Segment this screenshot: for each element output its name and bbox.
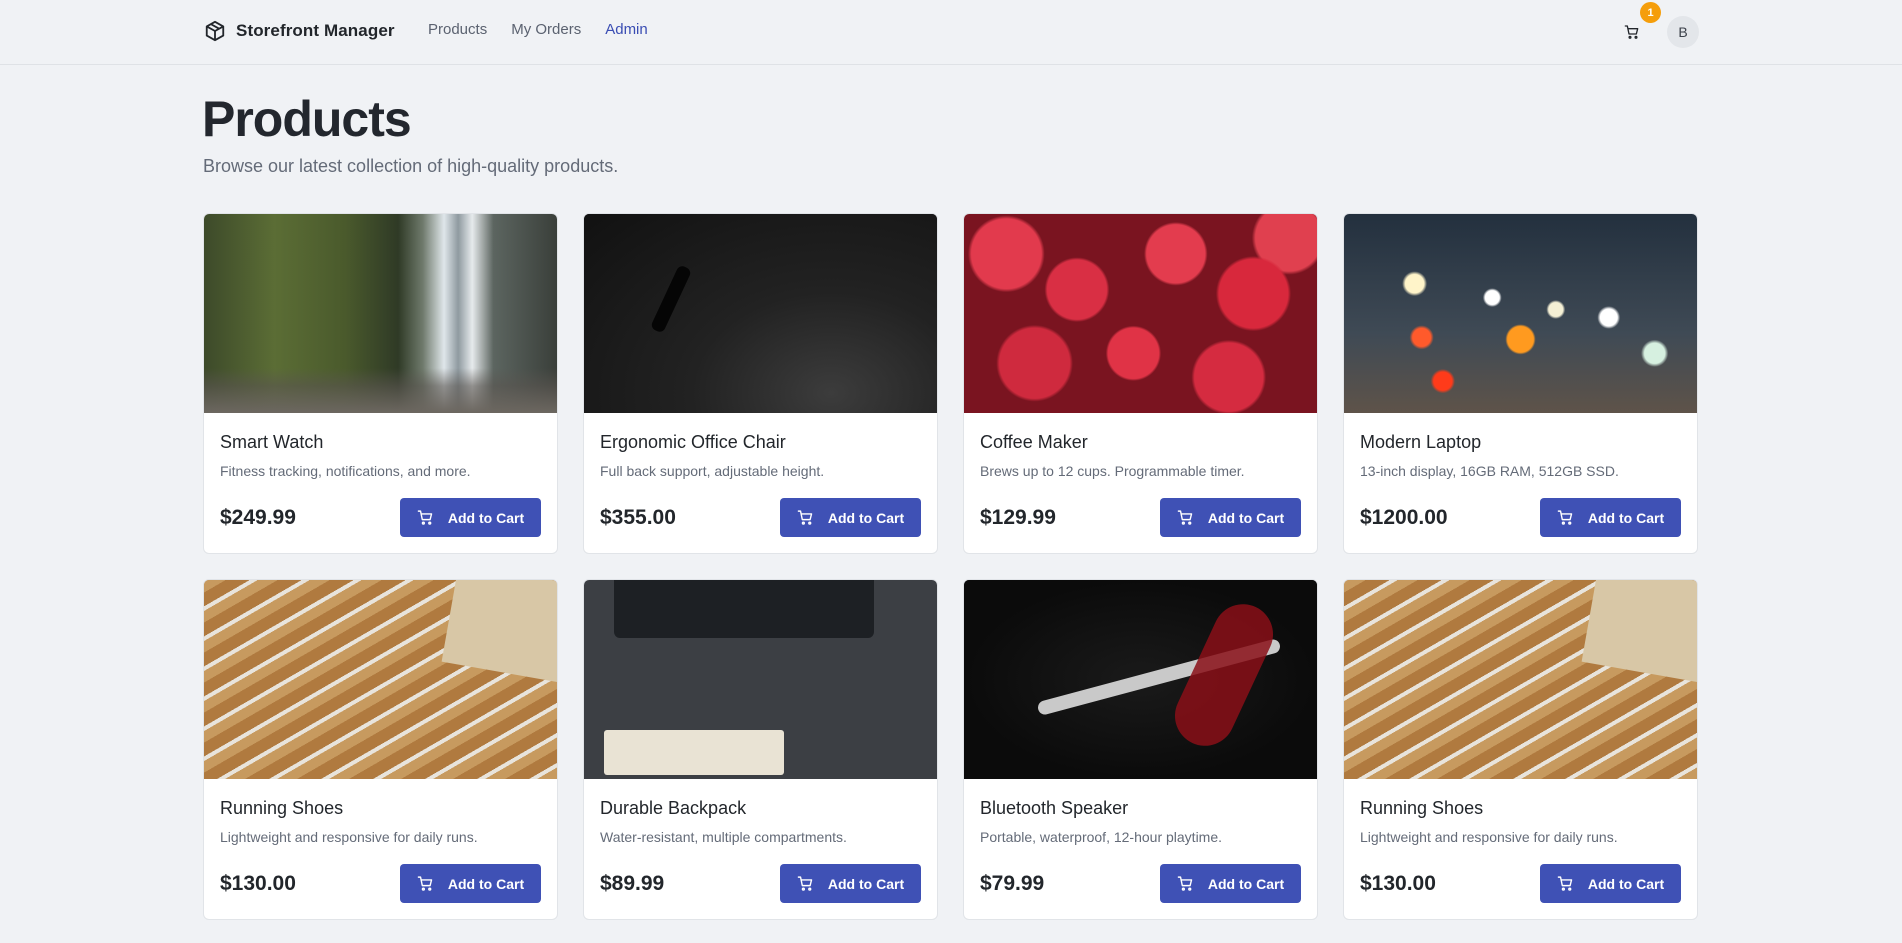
add-to-cart-label: Add to Cart xyxy=(447,875,525,892)
product-image[interactable] xyxy=(584,214,937,413)
product-image[interactable] xyxy=(964,214,1317,413)
add-to-cart-label: Add to Cart xyxy=(1587,875,1665,892)
cart-icon xyxy=(1177,510,1193,525)
product-card: Coffee Maker Brews up to 12 cups. Progra… xyxy=(963,213,1318,554)
product-price: $89.99 xyxy=(600,872,665,895)
cart-icon xyxy=(1557,510,1573,525)
cart-icon xyxy=(417,876,433,891)
product-card: Smart Watch Fitness tracking, notificati… xyxy=(203,213,558,554)
product-price: $129.99 xyxy=(980,506,1056,529)
product-grid: Smart Watch Fitness tracking, notificati… xyxy=(203,213,1700,920)
add-to-cart-label: Add to Cart xyxy=(447,509,525,526)
add-to-cart-label: Add to Cart xyxy=(827,875,905,892)
product-price: $130.00 xyxy=(1360,872,1436,895)
nav-my-orders[interactable]: My Orders xyxy=(511,21,581,38)
product-name[interactable]: Bluetooth Speaker xyxy=(980,798,1128,819)
product-card: Running Shoes Lightweight and responsive… xyxy=(203,579,558,920)
cart-icon xyxy=(1177,876,1193,891)
add-to-cart-label: Add to Cart xyxy=(827,509,905,526)
product-card: Durable Backpack Water-resistant, multip… xyxy=(583,579,938,920)
product-card: Bluetooth Speaker Portable, waterproof, … xyxy=(963,579,1318,920)
product-description: Brews up to 12 cups. Programmable timer. xyxy=(980,463,1245,479)
product-price: $249.99 xyxy=(220,506,296,529)
cart-button[interactable] xyxy=(1618,18,1646,46)
product-description: Water-resistant, multiple compartments. xyxy=(600,829,847,845)
add-to-cart-button[interactable]: Add to Cart xyxy=(780,498,921,537)
product-card: Ergonomic Office Chair Full back support… xyxy=(583,213,938,554)
product-name[interactable]: Durable Backpack xyxy=(600,798,746,819)
product-description: Lightweight and responsive for daily run… xyxy=(220,829,478,845)
add-to-cart-label: Add to Cart xyxy=(1207,509,1285,526)
product-name[interactable]: Ergonomic Office Chair xyxy=(600,432,786,453)
product-price: $1200.00 xyxy=(1360,506,1448,529)
product-name[interactable]: Modern Laptop xyxy=(1360,432,1481,453)
add-to-cart-button[interactable]: Add to Cart xyxy=(1540,864,1681,903)
add-to-cart-label: Add to Cart xyxy=(1587,509,1665,526)
product-description: Fitness tracking, notifications, and mor… xyxy=(220,463,471,479)
product-price: $355.00 xyxy=(600,506,676,529)
product-image[interactable] xyxy=(204,214,557,413)
nav-admin[interactable]: Admin xyxy=(605,21,648,38)
cart-icon xyxy=(417,510,433,525)
cart-icon xyxy=(797,876,813,891)
box-logo-icon xyxy=(205,20,225,42)
add-to-cart-button[interactable]: Add to Cart xyxy=(780,864,921,903)
product-image[interactable] xyxy=(584,580,937,779)
product-description: Full back support, adjustable height. xyxy=(600,463,825,479)
product-image[interactable] xyxy=(1344,580,1697,779)
product-name[interactable]: Coffee Maker xyxy=(980,432,1088,453)
product-card: Modern Laptop 13-inch display, 16GB RAM,… xyxy=(1343,213,1698,554)
product-card: Running Shoes Lightweight and responsive… xyxy=(1343,579,1698,920)
cart-icon xyxy=(797,510,813,525)
add-to-cart-button[interactable]: Add to Cart xyxy=(400,864,541,903)
user-avatar[interactable]: B xyxy=(1667,16,1699,48)
brand-name: Storefront Manager xyxy=(236,21,395,40)
nav-products[interactable]: Products xyxy=(428,21,487,38)
product-description: Lightweight and responsive for daily run… xyxy=(1360,829,1618,845)
product-image[interactable] xyxy=(1344,214,1697,413)
cart-count-badge: 1 xyxy=(1640,2,1661,23)
add-to-cart-button[interactable]: Add to Cart xyxy=(400,498,541,537)
add-to-cart-button[interactable]: Add to Cart xyxy=(1540,498,1681,537)
product-name[interactable]: Running Shoes xyxy=(1360,798,1483,819)
add-to-cart-button[interactable]: Add to Cart xyxy=(1160,498,1301,537)
product-image[interactable] xyxy=(964,580,1317,779)
add-to-cart-button[interactable]: Add to Cart xyxy=(1160,864,1301,903)
page-title: Products xyxy=(202,91,412,147)
product-price: $79.99 xyxy=(980,872,1045,895)
add-to-cart-label: Add to Cart xyxy=(1207,875,1285,892)
page-subtitle: Browse our latest collection of high-qua… xyxy=(203,156,619,176)
product-image[interactable] xyxy=(204,580,557,779)
product-price: $130.00 xyxy=(220,872,296,895)
product-name[interactable]: Smart Watch xyxy=(220,432,323,453)
product-description: 13-inch display, 16GB RAM, 512GB SSD. xyxy=(1360,463,1619,479)
product-name[interactable]: Running Shoes xyxy=(220,798,343,819)
product-description: Portable, waterproof, 12-hour playtime. xyxy=(980,829,1223,845)
cart-icon xyxy=(1624,25,1639,39)
main-nav: Products My Orders Admin xyxy=(428,21,648,38)
top-nav-bar: Storefront Manager Products My Orders Ad… xyxy=(0,0,1902,65)
brand[interactable]: Storefront Manager xyxy=(204,20,395,42)
cart-icon xyxy=(1557,876,1573,891)
